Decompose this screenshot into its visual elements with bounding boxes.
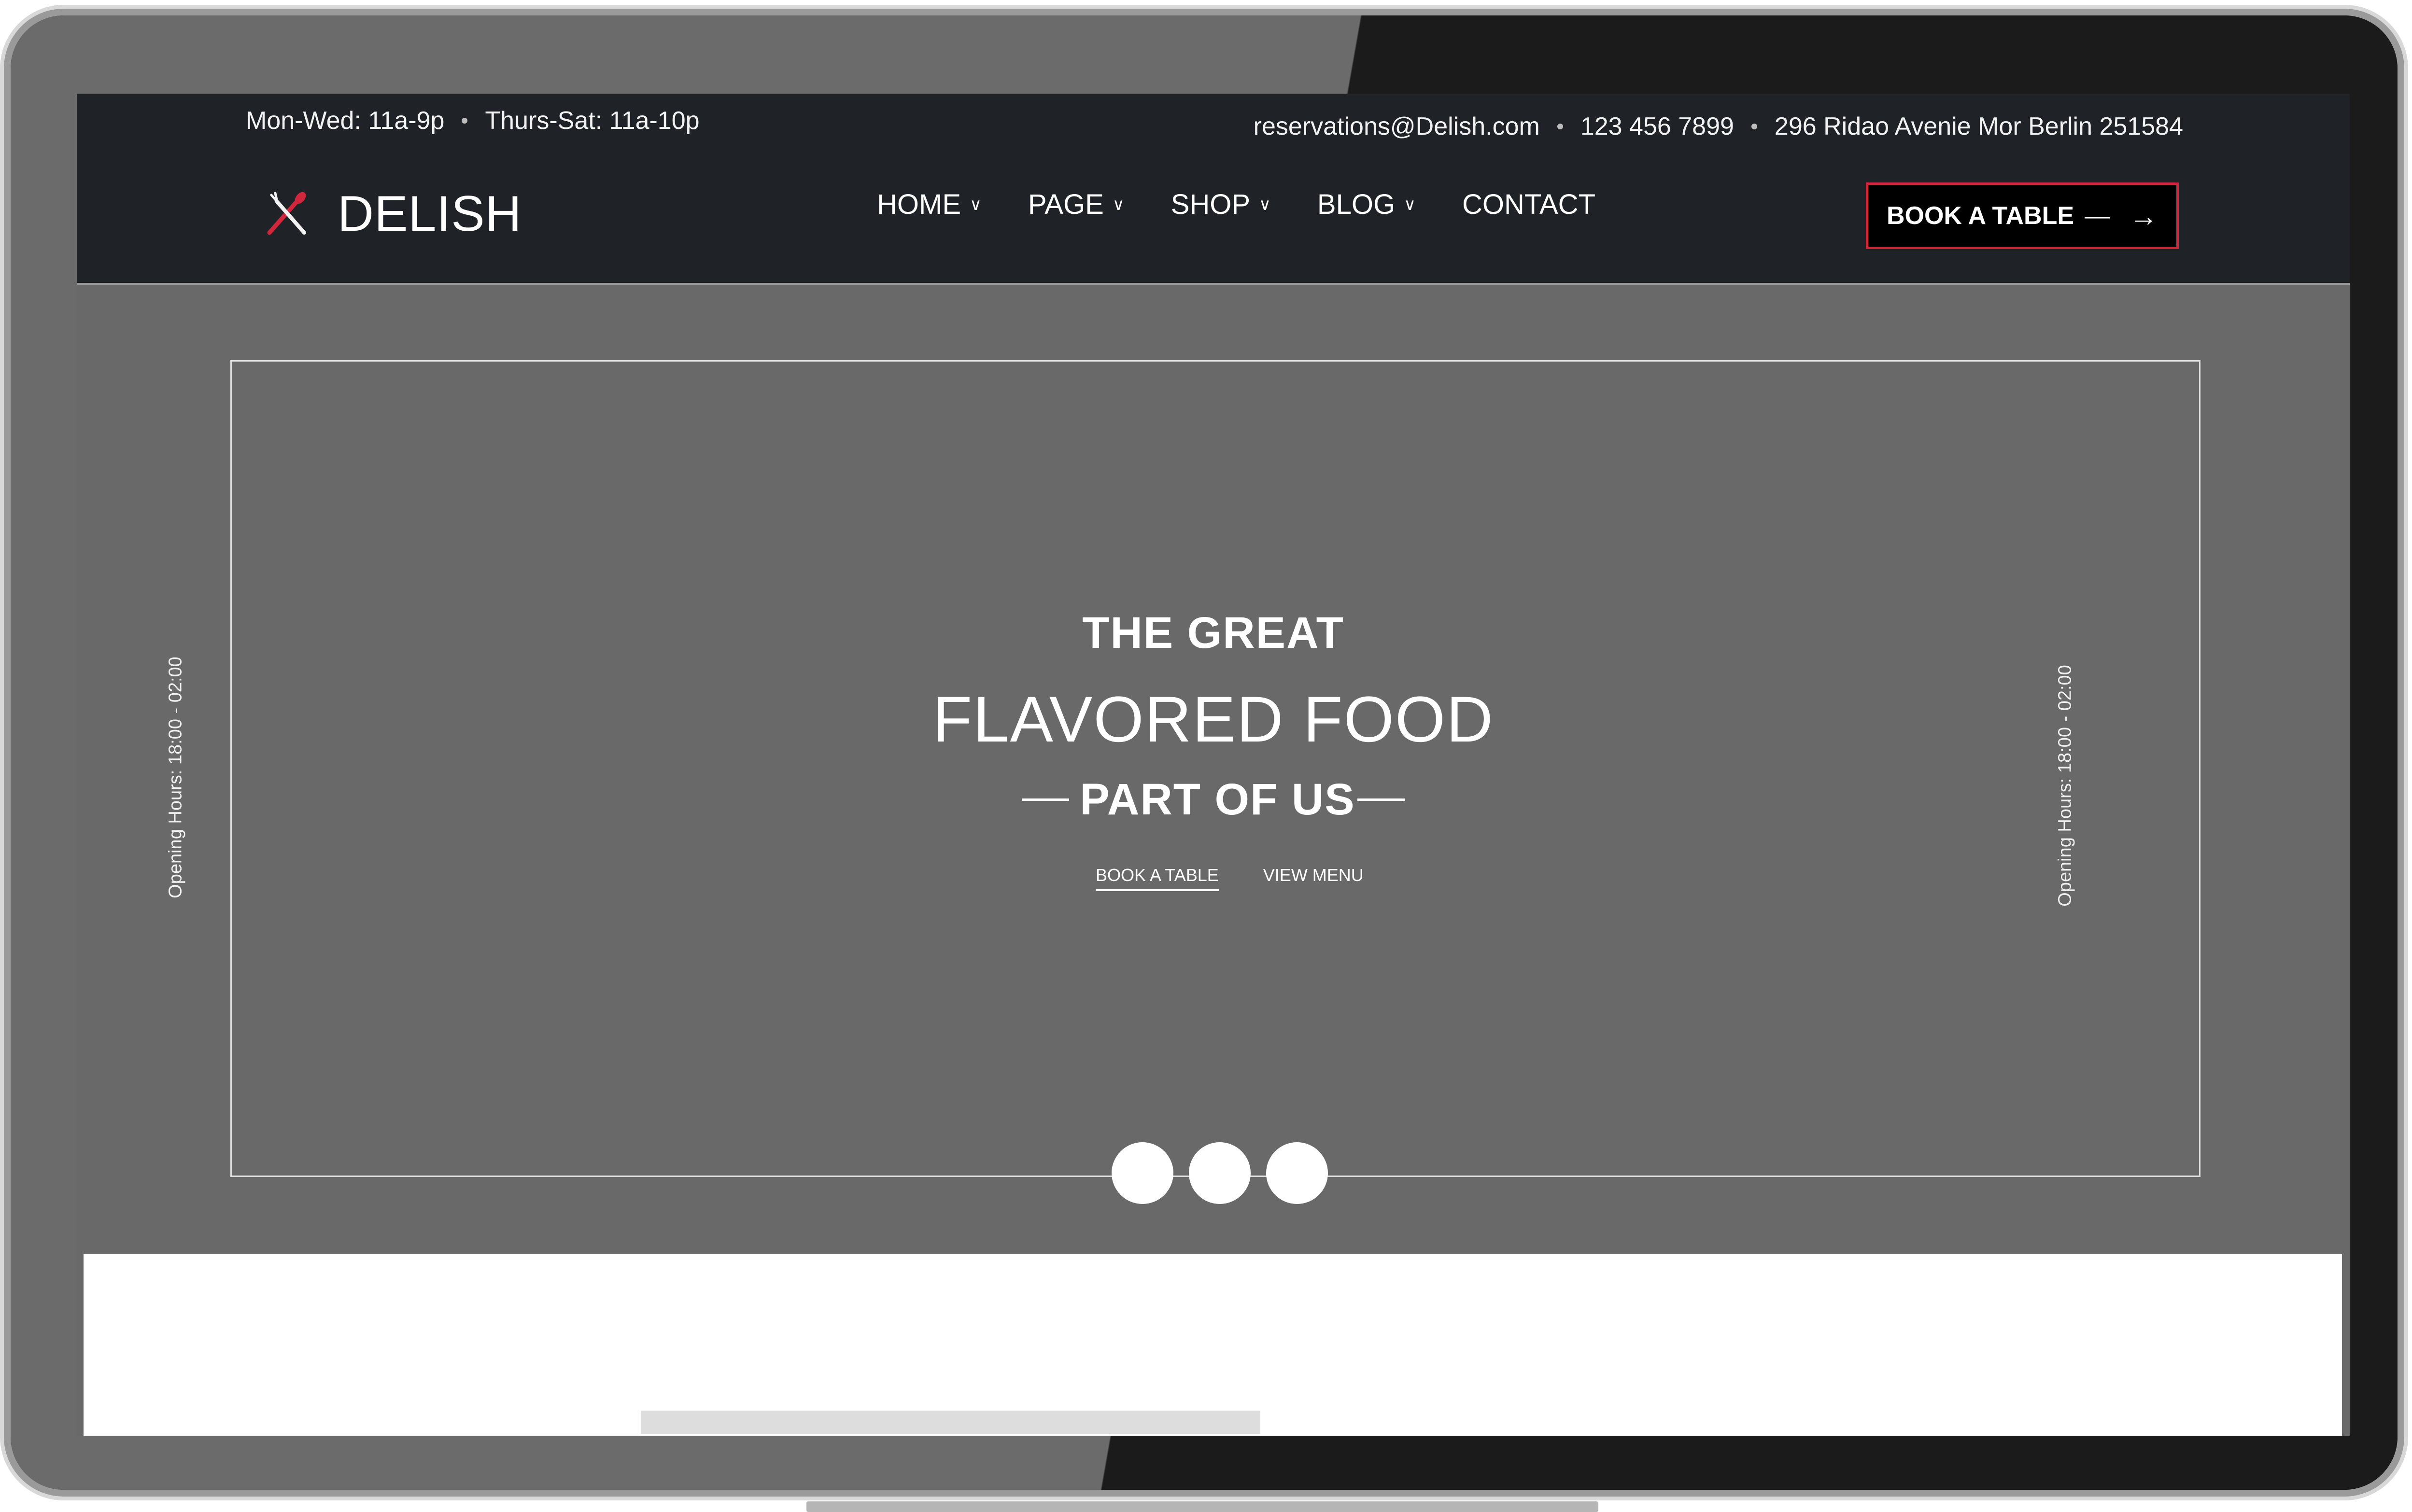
book-table-button[interactable]: BOOK A TABLE — → <box>1866 182 2179 249</box>
hero-links: BOOK A TABLE VIEW MENU <box>1096 865 1364 891</box>
hero-headline-line2: FLAVORED FOOD <box>932 684 1494 756</box>
hours-weekend: Thurs-Sat: 11a-10p <box>485 107 700 135</box>
hero-headline-line3-wrap: PART OF US <box>77 774 2350 825</box>
nav-item-home[interactable]: HOME ∨ <box>877 188 982 221</box>
chevron-down-icon: ∨ <box>1259 195 1271 214</box>
contact-email-link[interactable]: reservations@Delish.com <box>1254 112 1540 141</box>
main-navigation: HOME ∨ PAGE ∨ SHOP ∨ BLOG ∨ CONTACT <box>877 188 1595 221</box>
hero-frame <box>230 360 2200 1177</box>
hero-book-table-link[interactable]: BOOK A TABLE <box>1096 865 1219 891</box>
site-header: Mon-Wed: 11a-9p Thurs-Sat: 11a-10p reser… <box>77 94 2350 285</box>
book-table-label: BOOK A TABLE <box>1886 202 2074 230</box>
nav-item-label: CONTACT <box>1462 189 1595 220</box>
chevron-down-icon: ∨ <box>970 195 982 214</box>
contact-info-bar: reservations@Delish.com 123 456 7899 296… <box>1254 112 2183 141</box>
contact-address: 296 Ridao Avenie Mor Berlin 251584 <box>1774 112 2183 140</box>
contact-phone-link[interactable]: 123 456 7899 <box>1580 112 1734 141</box>
nav-item-label: PAGE <box>1028 189 1104 220</box>
website-screen: Mon-Wed: 11a-9p Thurs-Sat: 11a-10p reser… <box>77 94 2350 1436</box>
chevron-down-icon: ∨ <box>1112 195 1125 214</box>
slider-dot-3[interactable] <box>1266 1142 1328 1204</box>
monitor-bezel: Mon-Wed: 11a-9p Thurs-Sat: 11a-10p reser… <box>11 15 2398 1490</box>
device-stand <box>806 1501 1598 1512</box>
opening-hours-bar: Mon-Wed: 11a-9p Thurs-Sat: 11a-10p <box>246 106 700 135</box>
nav-item-page[interactable]: PAGE ∨ <box>1028 188 1125 221</box>
brand-logo[interactable]: DELISH <box>263 185 522 243</box>
slider-dot-2[interactable] <box>1189 1142 1251 1204</box>
nav-item-label: SHOP <box>1171 189 1251 220</box>
content-placeholder-bar <box>641 1411 1260 1434</box>
dash-icon: — <box>2085 202 2110 230</box>
arrow-right-icon: → <box>2129 199 2158 232</box>
decorative-line <box>1022 798 1070 801</box>
nav-item-label: HOME <box>877 189 961 220</box>
brand-name: DELISH <box>338 186 522 242</box>
separator-dot <box>462 118 468 124</box>
decorative-line <box>1357 798 1405 801</box>
separator-dot <box>1557 124 1563 129</box>
nav-item-contact[interactable]: CONTACT <box>1462 188 1595 221</box>
nav-item-shop[interactable]: SHOP ∨ <box>1171 188 1271 221</box>
nav-item-label: BLOG <box>1317 189 1396 220</box>
hero-headline-line3: PART OF US <box>1080 775 1355 824</box>
hours-weekday: Mon-Wed: 11a-9p <box>246 107 445 135</box>
chevron-down-icon: ∨ <box>1404 195 1416 214</box>
content-section <box>84 1254 2342 1436</box>
slider-pagination <box>1112 1142 1328 1204</box>
slider-dot-1[interactable] <box>1112 1142 1173 1204</box>
hero-headline-line1: THE GREAT <box>1082 608 1344 658</box>
hero-view-menu-link[interactable]: VIEW MENU <box>1263 865 1364 891</box>
crossed-utensils-icon <box>263 190 311 238</box>
nav-item-blog[interactable]: BLOG ∨ <box>1317 188 1416 221</box>
separator-dot <box>1751 124 1757 129</box>
